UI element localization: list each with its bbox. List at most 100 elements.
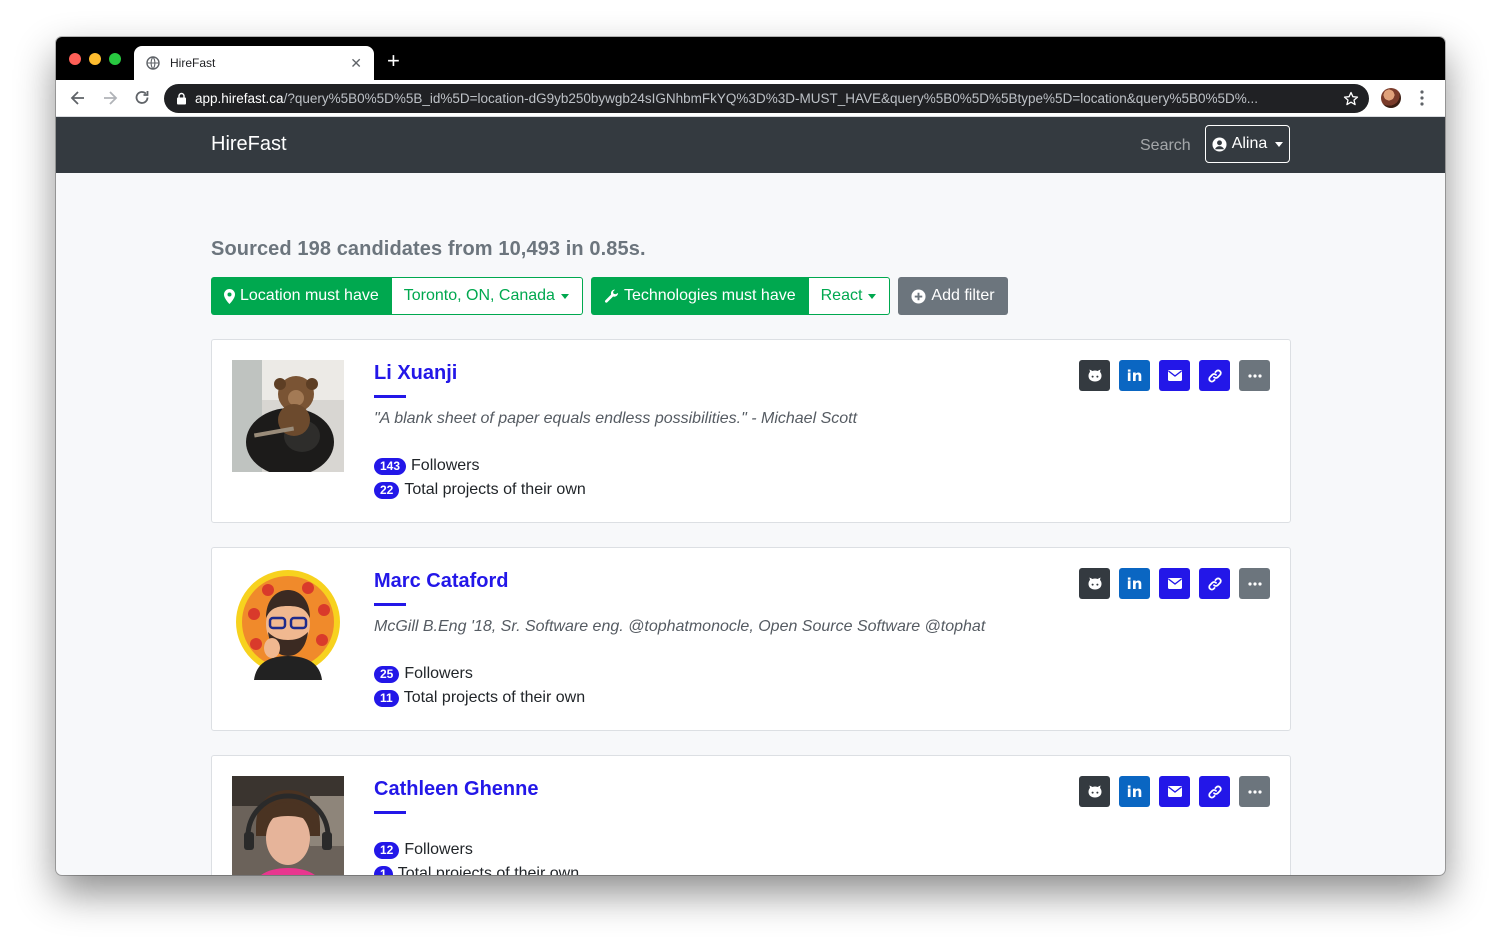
website-link-button[interactable] [1199,360,1230,391]
wrench-icon [604,289,619,303]
candidate-photo [232,776,344,875]
candidate-card: Cathleen Ghenne 12 Followers 1 Total pro… [211,755,1291,875]
ellipsis-icon [1247,581,1262,586]
github-icon [1088,577,1101,590]
followers-stat: 12 Followers [374,841,473,859]
followers-stat: 25 Followers [374,665,473,683]
new-tab-icon[interactable]: + [387,50,400,72]
ellipsis-icon [1247,789,1262,794]
close-window-button[interactable] [69,53,81,65]
candidate-photo [232,360,344,472]
add-filter-button[interactable]: Add filter [898,277,1008,315]
projects-count-badge: 1 [374,865,393,875]
candidate-name-link[interactable]: Cathleen Ghenne [374,778,538,801]
more-options-button[interactable] [1239,776,1270,807]
minimize-window-button[interactable] [89,53,101,65]
name-underline [374,603,406,606]
tab-bar: HireFast ✕ + [56,37,1445,80]
projects-label: Total projects of their own [404,481,586,498]
projects-stat: 11 Total projects of their own [374,689,585,707]
candidate-name-link[interactable]: Marc Cataford [374,570,508,593]
bookmark-star-icon[interactable] [1343,91,1359,107]
projects-stat: 22 Total projects of their own [374,481,586,499]
address-bar[interactable]: app.hirefast.ca/?query%5B0%5D%5B_id%5D=l… [164,84,1369,113]
url-text: app.hirefast.ca/?query%5B0%5D%5B_id%5D=l… [195,91,1337,106]
globe-icon [146,56,160,70]
filter-technologies-value-dropdown[interactable]: React [808,277,891,315]
ellipsis-icon [1247,373,1262,378]
tab-title: HireFast [170,56,216,70]
name-underline [374,395,406,398]
followers-label: Followers [411,457,480,474]
followers-count-badge: 25 [374,665,400,683]
website-link-button[interactable] [1199,568,1230,599]
filter-location-value: Toronto, ON, Canada [403,287,555,304]
github-button[interactable] [1079,776,1110,807]
candidate-card: Marc Cataford McGill B.Eng '18, Sr. Soft… [211,547,1291,731]
filter-technologies-label: Technologies must have [623,287,796,304]
candidate-name-link[interactable]: Li Xuanji [374,362,457,385]
projects-label: Total projects of their own [403,689,586,706]
linkedin-button[interactable]: in [1119,568,1150,599]
browser-toolbar: app.hirefast.ca/?query%5B0%5D%5B_id%5D=l… [56,80,1445,117]
maximize-window-button[interactable] [109,53,121,65]
linkedin-icon: in [1126,574,1143,593]
github-button[interactable] [1079,568,1110,599]
url-host: app.hirefast.ca [195,91,284,106]
linkedin-button[interactable]: in [1119,776,1150,807]
close-tab-icon[interactable]: ✕ [350,56,362,70]
candidate-photo [232,568,344,680]
brand-logo[interactable]: HireFast [211,133,287,156]
nav-search-link[interactable]: Search [1140,137,1191,155]
chevron-down-icon [1275,141,1284,147]
envelope-icon [1167,370,1182,381]
filter-location-label: Location must have [240,287,379,304]
email-button[interactable] [1159,568,1190,599]
more-options-button[interactable] [1239,568,1270,599]
forward-icon[interactable] [100,88,120,108]
github-icon [1088,785,1101,798]
filter-bar: Location must have Toronto, ON, Canada T… [211,277,1008,315]
followers-count-badge: 143 [374,457,407,475]
link-icon [1207,369,1222,382]
envelope-icon [1167,578,1182,589]
candidate-card: Li Xuanji "A blank sheet of paper equals… [211,339,1291,523]
more-options-button[interactable] [1239,360,1270,391]
linkedin-button[interactable]: in [1119,360,1150,391]
chevron-down-icon [560,293,569,299]
filter-location-value-dropdown[interactable]: Toronto, ON, Canada [391,277,583,315]
url-path: /?query%5B0%5D%5B_id%5D=location-dG9yb25… [283,91,1259,106]
user-name: Alina [1231,135,1268,152]
filter-location-label-button[interactable]: Location must have [211,277,392,315]
user-circle-icon [1212,136,1227,152]
candidate-avatar[interactable] [232,568,344,680]
candidate-actions: in [1079,776,1270,807]
website-link-button[interactable] [1199,776,1230,807]
followers-label: Followers [404,841,473,858]
candidate-bio: "A blank sheet of paper equals endless p… [374,410,858,427]
lock-icon [177,92,186,105]
linkedin-icon: in [1126,782,1143,801]
followers-stat: 143 Followers [374,457,480,475]
filter-technologies: Technologies must have React [590,277,891,315]
browser-tab[interactable]: HireFast ✕ [134,46,374,80]
email-button[interactable] [1159,776,1190,807]
candidate-avatar[interactable] [232,360,344,472]
link-icon [1207,577,1222,590]
app-navbar: HireFast Search Alina [56,117,1445,173]
profile-avatar[interactable] [1381,88,1401,108]
reload-icon[interactable] [132,88,152,108]
filter-technologies-label-button[interactable]: Technologies must have [590,277,809,315]
user-menu-button[interactable]: Alina [1205,125,1290,163]
email-button[interactable] [1159,360,1190,391]
candidate-avatar[interactable] [232,776,344,875]
browser-menu-icon[interactable] [1419,89,1425,107]
github-button[interactable] [1079,360,1110,391]
browser-window: HireFast ✕ + app.hirefast.ca/?query%5B0%… [56,37,1445,875]
github-icon [1088,369,1101,382]
filter-location: Location must have Toronto, ON, Canada [211,277,583,315]
candidate-actions: in [1079,568,1270,599]
candidate-actions: in [1079,360,1270,391]
back-icon[interactable] [68,88,88,108]
projects-label: Total projects of their own [397,865,580,875]
